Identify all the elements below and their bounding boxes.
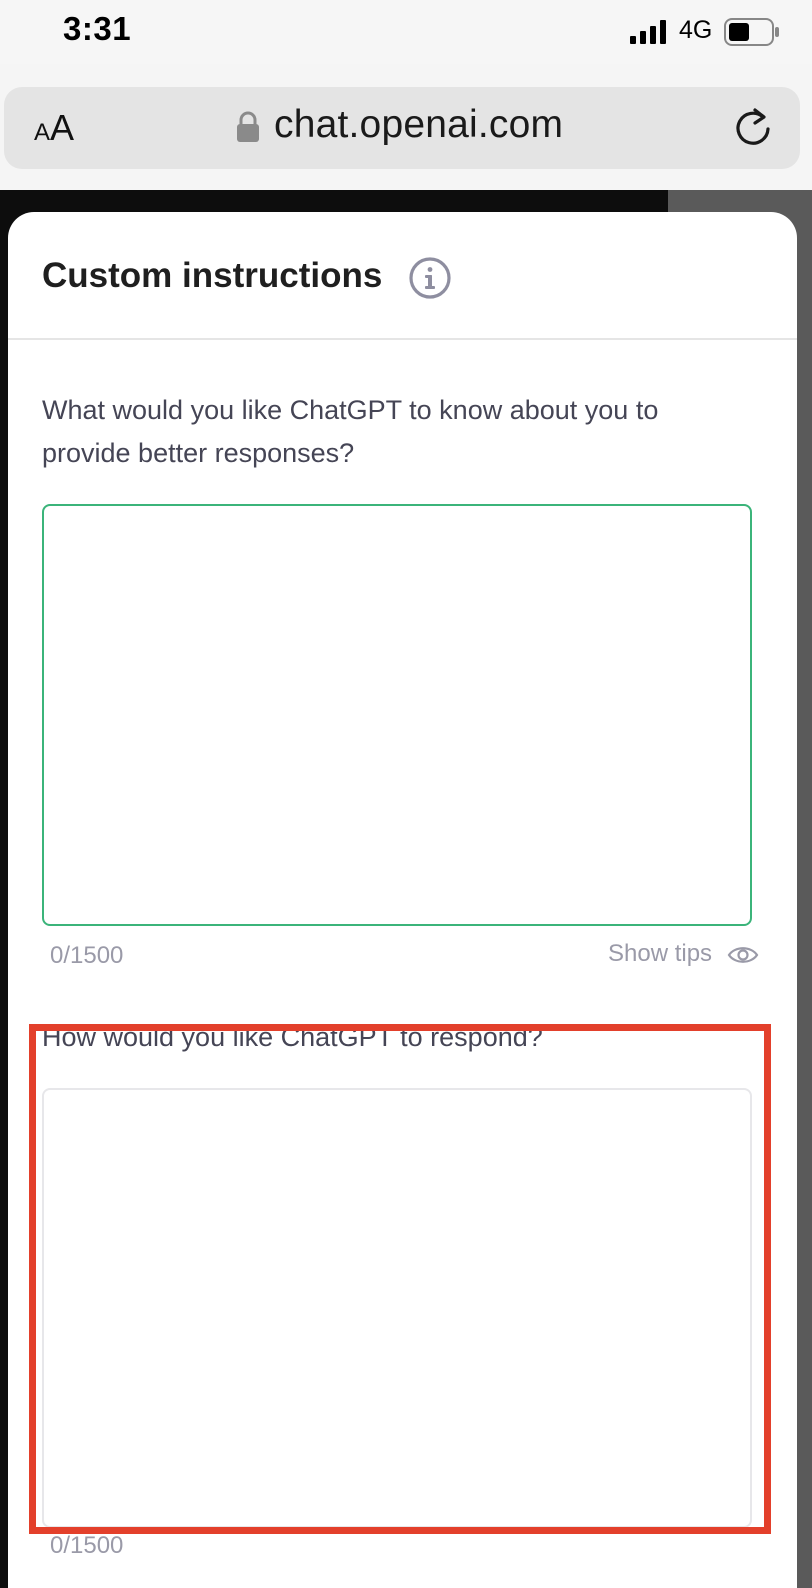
about-you-question: What would you like ChatGPT to know abou… <box>42 395 659 468</box>
cellular-signal-icon <box>630 20 666 44</box>
custom-instructions-modal: Custom instructions What would you like … <box>8 212 797 1588</box>
modal-title: Custom instructions <box>42 256 383 295</box>
battery-icon <box>724 18 779 46</box>
about-you-textarea[interactable] <box>42 504 752 926</box>
show-tips-label: Show tips <box>608 940 713 967</box>
info-icon[interactable] <box>408 256 452 300</box>
eye-icon <box>727 946 759 963</box>
address-bar[interactable]: AA chat.openai.com <box>4 87 800 169</box>
url-text[interactable]: chat.openai.com <box>274 103 563 147</box>
reload-icon[interactable] <box>731 105 775 149</box>
response-style-question: How would you like ChatGPT to respond? <box>42 1022 543 1052</box>
response-style-char-counter: 0/1500 <box>50 1532 124 1559</box>
about-you-char-counter: 0/1500 <box>50 942 124 969</box>
show-tips-button[interactable]: Show tips <box>608 940 759 968</box>
status-time: 3:31 <box>63 10 132 47</box>
text-size-button[interactable]: AA <box>34 107 74 149</box>
text-size-large-glyph: A <box>50 107 75 148</box>
phone-screen: 3:31 4G AA chat.openai.com Custom instru… <box>0 0 812 1588</box>
lock-icon <box>237 111 259 142</box>
network-type-label: 4G <box>679 16 713 44</box>
response-style-textarea[interactable] <box>42 1088 752 1528</box>
text-size-small-glyph: A <box>34 119 51 146</box>
status-bar: 3:31 4G <box>0 0 812 64</box>
header-divider <box>8 338 797 340</box>
